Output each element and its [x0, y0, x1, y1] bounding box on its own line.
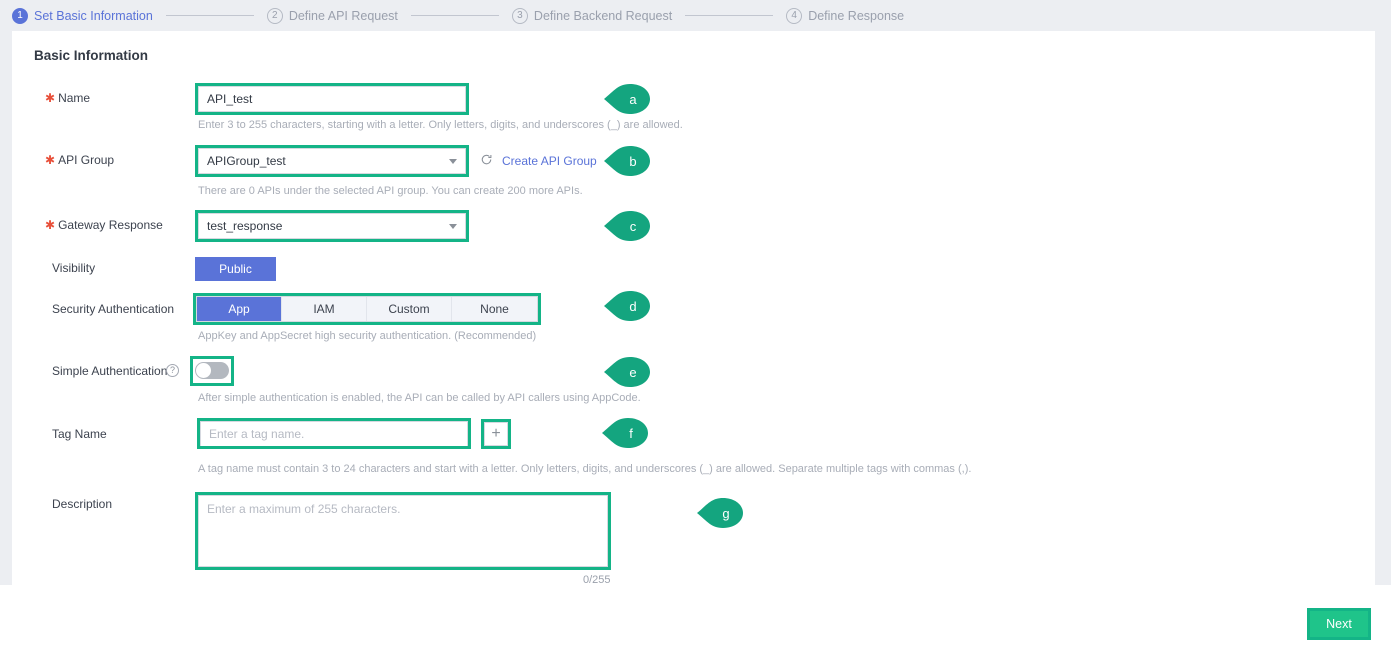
callout-f-letter: f	[629, 425, 633, 441]
page-title: Basic Information	[34, 48, 149, 63]
security-option-custom[interactable]: Custom	[367, 297, 452, 321]
help-icon[interactable]: ?	[166, 364, 179, 377]
step-1-number: 1	[12, 7, 28, 24]
step-indicator-bar: 1 Set Basic Information 2 Define API Req…	[0, 0, 1391, 31]
step-3-label: Define Backend Request	[533, 8, 673, 23]
simple-authentication-toggle[interactable]	[195, 362, 229, 379]
label-visibility: Visibility	[52, 261, 96, 275]
gateway-response-value: test_response	[207, 219, 283, 233]
label-description: Description	[52, 497, 113, 511]
required-star-name: ✱	[45, 91, 56, 105]
callout-a: a	[604, 84, 650, 114]
callout-b-letter: b	[629, 153, 637, 169]
refresh-icon[interactable]	[480, 153, 493, 168]
step-set-basic-information[interactable]: 1 Set Basic Information	[12, 7, 153, 24]
callout-b: b	[604, 146, 650, 176]
step-connector-1	[165, 15, 254, 16]
hint-simple-authentication: After simple authentication is enabled, …	[198, 392, 641, 404]
name-input[interactable]	[198, 86, 466, 112]
callout-e-letter: e	[629, 364, 637, 380]
step-connector-2	[410, 15, 499, 16]
api-group-value: APIGroup_test	[207, 154, 286, 168]
gateway-response-select[interactable]: test_response	[198, 213, 466, 239]
next-button[interactable]: Next	[1310, 611, 1368, 637]
label-name: ✱ Name	[45, 91, 91, 105]
hint-name: Enter 3 to 255 characters, starting with…	[198, 119, 683, 131]
security-option-app[interactable]: App	[197, 297, 282, 321]
label-tag-name: Tag Name	[52, 427, 107, 441]
label-api-group: ✱ API Group	[45, 153, 115, 167]
page-root: 1 Set Basic Information 2 Define API Req…	[0, 0, 1391, 652]
hint-tag-name: A tag name must contain 3 to 24 characte…	[198, 463, 972, 475]
callout-c-letter: c	[629, 218, 637, 234]
required-star-gateway-response: ✱	[45, 218, 56, 232]
left-gutter	[0, 31, 12, 585]
hint-api-group: There are 0 APIs under the selected API …	[198, 185, 583, 197]
security-option-iam[interactable]: IAM	[282, 297, 367, 321]
label-gateway-response: ✱ Gateway Response	[45, 218, 163, 232]
callout-g: g	[697, 498, 743, 528]
add-tag-button[interactable]: +	[484, 422, 508, 446]
callout-d: d	[604, 291, 650, 321]
callout-a-letter: a	[629, 91, 637, 107]
required-star-api-group: ✱	[45, 153, 56, 167]
footer-bar	[0, 585, 1391, 652]
callout-e: e	[604, 357, 650, 387]
step-3-number: 3	[511, 7, 528, 24]
toggle-knob	[196, 363, 211, 378]
chevron-down-icon-gateway	[449, 224, 457, 229]
security-option-none[interactable]: None	[452, 297, 537, 321]
step-define-api-request[interactable]: 2 Define API Request	[266, 7, 398, 24]
create-api-group-link[interactable]: Create API Group	[502, 154, 597, 168]
hint-security-authentication: AppKey and AppSecret high security authe…	[198, 330, 537, 342]
step-2-label: Define API Request	[288, 8, 398, 23]
callout-g-letter: g	[722, 505, 730, 521]
step-1-label: Set Basic Information	[34, 8, 153, 23]
chevron-down-icon	[449, 159, 457, 164]
api-group-select[interactable]: APIGroup_test	[198, 148, 466, 174]
step-define-response[interactable]: 4 Define Response	[786, 7, 905, 24]
description-textarea[interactable]	[198, 495, 608, 567]
label-security-authentication: Security Authentication	[52, 302, 175, 316]
tag-name-input[interactable]	[200, 421, 468, 447]
visibility-public-button[interactable]: Public	[195, 257, 276, 281]
callout-c: c	[604, 211, 650, 241]
step-4-number: 4	[786, 7, 803, 24]
callout-d-letter: d	[629, 298, 637, 314]
step-2-number: 2	[266, 7, 283, 24]
label-simple-authentication: Simple Authentication	[52, 364, 168, 378]
callout-f: f	[602, 418, 648, 448]
security-authentication-group: App IAM Custom None	[196, 296, 538, 322]
step-4-label: Define Response	[808, 8, 905, 23]
step-define-backend-request[interactable]: 3 Define Backend Request	[511, 7, 673, 24]
step-connector-3	[685, 15, 774, 16]
